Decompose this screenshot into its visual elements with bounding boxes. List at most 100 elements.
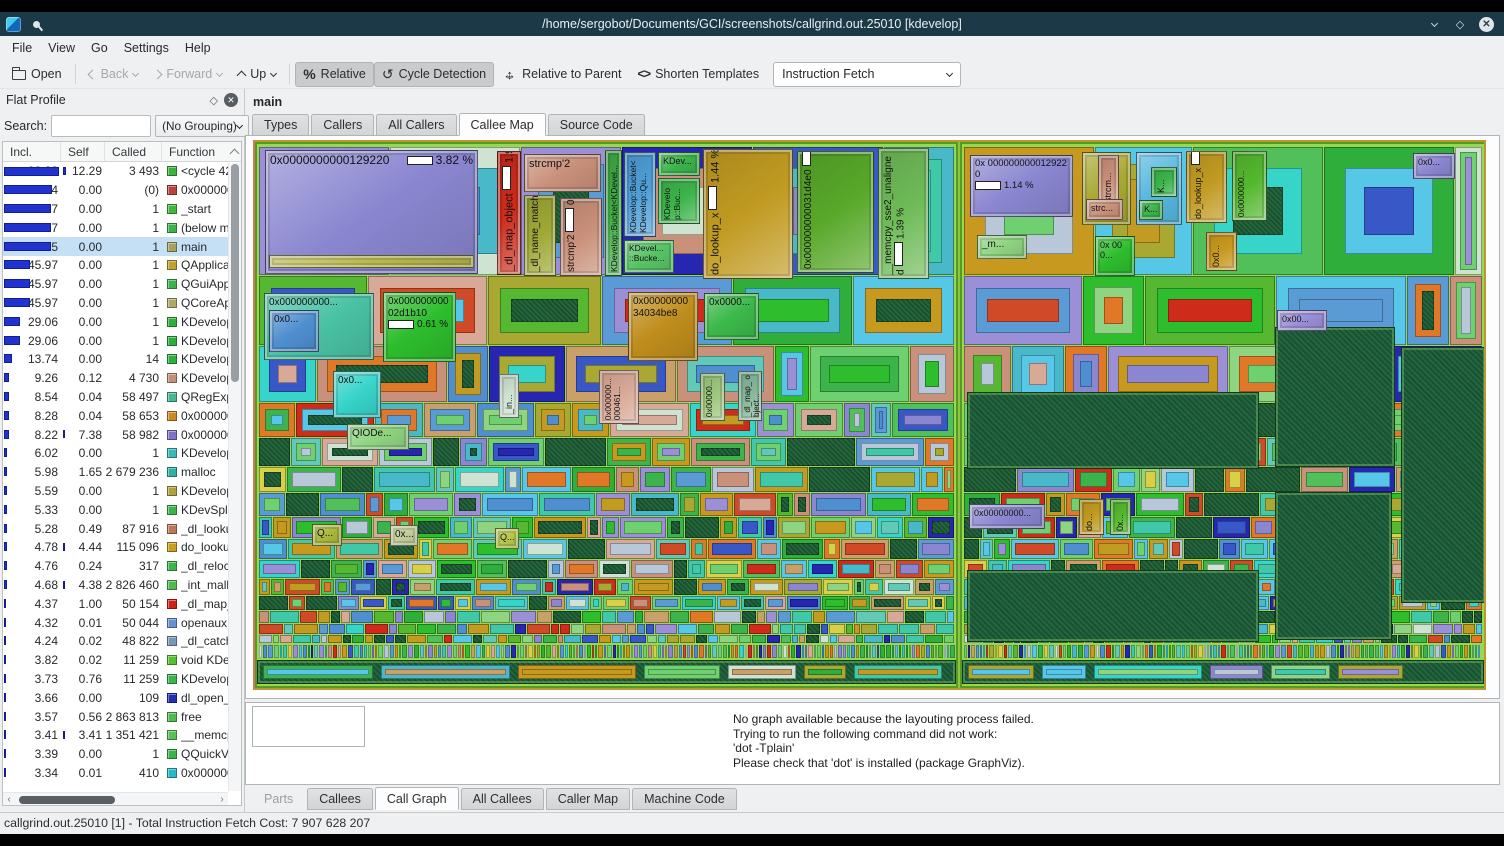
treemap-block[interactable]: 0x0000... — [704, 293, 759, 340]
treemap-unused-area[interactable] — [967, 570, 1259, 642]
treemap-block[interactable]: 0x0... — [269, 310, 319, 352]
scroll-right-icon[interactable]: › — [216, 794, 228, 805]
treemap-block[interactable]: 0x0000000034034be8 — [628, 292, 698, 361]
treemap-cell[interactable] — [757, 403, 794, 437]
treemap-cell[interactable] — [1407, 276, 1449, 345]
treemap-cell[interactable] — [1060, 539, 1093, 559]
treemap-cell[interactable] — [410, 579, 435, 595]
treemap-cell[interactable] — [682, 596, 716, 610]
treemap-cell[interactable] — [784, 579, 822, 595]
treemap-cell[interactable] — [329, 624, 345, 634]
treemap-cell[interactable] — [1210, 665, 1263, 679]
treemap-cell[interactable] — [617, 611, 634, 623]
treemap-cell[interactable] — [656, 539, 690, 559]
treemap-cell[interactable] — [1390, 611, 1410, 623]
treemap-cell[interactable] — [572, 467, 615, 492]
treemap-cell[interactable] — [1450, 611, 1461, 623]
treemap-cell[interactable] — [1017, 467, 1074, 492]
treemap-cell[interactable] — [884, 579, 914, 595]
treemap-cell[interactable] — [617, 579, 633, 595]
table-row[interactable]: 4.371.0050 154_dl_map_o — [3, 594, 228, 613]
treemap-block[interactable]: strc... — [1086, 199, 1123, 220]
treemap-cell[interactable] — [1094, 539, 1133, 559]
treemap-cell[interactable] — [1219, 539, 1240, 559]
treemap-cell[interactable] — [635, 611, 643, 623]
tab-callee-map[interactable]: Callee Map — [459, 113, 546, 136]
treemap-cell[interactable] — [294, 624, 318, 634]
treemap-cell[interactable] — [594, 579, 616, 595]
treemap-block[interactable]: 0x0... — [1206, 232, 1237, 271]
treemap-cell[interactable] — [529, 596, 547, 610]
treemap-cell[interactable] — [1213, 517, 1250, 538]
treemap-cell[interactable] — [720, 517, 737, 538]
treemap-block[interactable]: 0x 00000000001292201.14 % — [970, 155, 1073, 217]
treemap-cell[interactable] — [346, 624, 364, 634]
treemap-cell[interactable] — [875, 560, 895, 578]
treemap-cell[interactable] — [436, 579, 475, 595]
treemap-cell[interactable] — [757, 539, 781, 559]
treemap-cell[interactable] — [811, 517, 850, 538]
treemap-cell[interactable] — [854, 665, 942, 679]
tab-types[interactable]: Types — [252, 114, 309, 136]
treemap-cell[interactable] — [1338, 665, 1403, 679]
treemap-cell[interactable] — [964, 276, 1082, 345]
treemap-cell[interactable] — [331, 611, 340, 623]
treemap-cell[interactable] — [691, 539, 707, 559]
table-row[interactable]: 86.140.00(0)0x00000000 — [3, 181, 228, 200]
treemap-cell[interactable] — [599, 560, 630, 578]
treemap-cell[interactable] — [259, 403, 295, 437]
treemap-cell[interactable] — [777, 493, 793, 516]
treemap-block[interactable]: strcmp'2 — [524, 154, 601, 192]
treemap-cell[interactable] — [739, 635, 751, 643]
treemap-cell[interactable] — [734, 493, 776, 516]
treemap-cell[interactable] — [920, 624, 935, 634]
treemap-cell[interactable] — [856, 611, 886, 623]
treemap-cell[interactable] — [582, 635, 598, 643]
treemap-cell[interactable] — [606, 539, 655, 559]
treemap-cell[interactable] — [537, 611, 552, 623]
treemap-cell[interactable] — [365, 624, 388, 634]
treemap-cell[interactable] — [1149, 539, 1168, 559]
treemap-cell[interactable] — [285, 579, 320, 595]
treemap-block[interactable]: do_lookup_x1.44 % — [703, 149, 793, 279]
treemap-cell[interactable] — [1258, 579, 1275, 595]
treemap-cell[interactable] — [634, 579, 673, 595]
treemap-cell[interactable] — [1113, 467, 1140, 492]
treemap-cell[interactable] — [273, 517, 291, 538]
up-button[interactable]: Up — [230, 62, 284, 87]
treemap-cell[interactable] — [352, 635, 364, 643]
open-button[interactable]: Open — [4, 62, 70, 87]
treemap-block[interactable]: strcmp'20.43 % — [560, 198, 602, 276]
table-row[interactable]: 3.730.7611 259KDevelop:: — [3, 670, 228, 689]
treemap-cell[interactable] — [700, 493, 733, 516]
treemap-cell[interactable] — [1185, 493, 1203, 516]
treemap-cell[interactable] — [366, 493, 383, 516]
tab-caller-map[interactable]: Caller Map — [546, 788, 630, 810]
treemap-cell[interactable] — [905, 611, 924, 623]
float-icon[interactable]: ◇ — [210, 94, 218, 107]
treemap-cell[interactable] — [457, 611, 480, 623]
dock-close-icon[interactable]: ✕ — [224, 93, 238, 107]
table-row[interactable]: 45.970.001QCoreAppl — [3, 294, 228, 313]
treemap-cell[interactable] — [419, 539, 432, 559]
treemap-cell[interactable] — [557, 579, 593, 595]
treemap-cell[interactable] — [829, 624, 845, 634]
menu-view[interactable]: View — [40, 38, 83, 58]
treemap-cell[interactable] — [1462, 611, 1473, 623]
treemap-block[interactable]: 0x00... — [1277, 310, 1327, 331]
treemap-cell[interactable] — [854, 579, 864, 595]
vertical-scrollbar[interactable] — [228, 163, 241, 791]
treemap-cell[interactable] — [811, 493, 866, 516]
callee-map-treemap[interactable]: 0x00000000001292203.82 %_dl_map_object1.… — [253, 140, 1486, 690]
treemap-block[interactable]: 0x000000000031d4e01.28 % — [797, 151, 874, 273]
shorten-templates-toggle[interactable]: <> Shorten Templates — [629, 62, 767, 87]
treemap-cell[interactable] — [806, 635, 819, 643]
treemap-cell[interactable] — [338, 596, 359, 610]
treemap-cell[interactable] — [767, 635, 780, 643]
treemap-cell[interactable] — [1141, 467, 1160, 492]
treemap-cell[interactable] — [813, 611, 825, 623]
treemap-cell[interactable] — [867, 493, 911, 516]
treemap-cell[interactable] — [293, 635, 311, 643]
treemap-cell[interactable] — [678, 624, 697, 634]
treemap-cell[interactable] — [795, 403, 843, 437]
